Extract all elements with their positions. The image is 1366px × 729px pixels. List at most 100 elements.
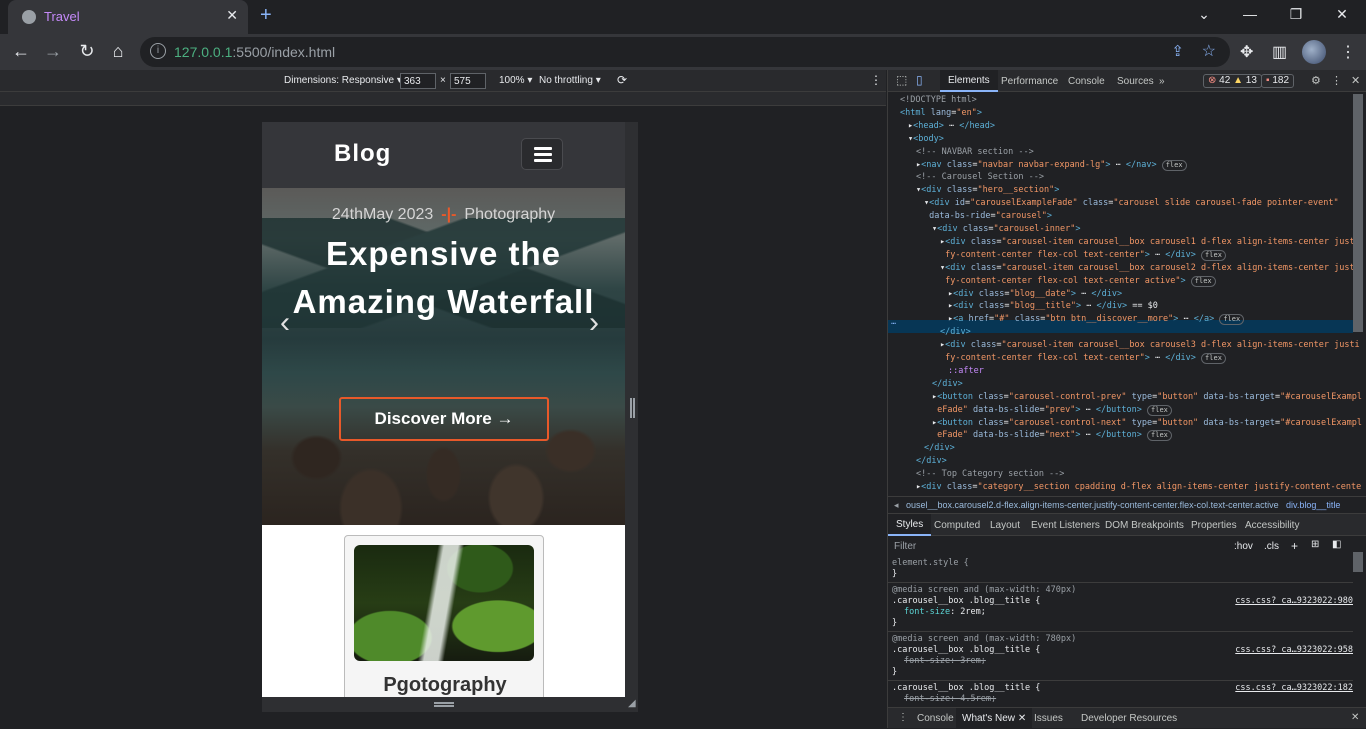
- dom-line[interactable]: ▾<body>: [908, 133, 944, 146]
- back-icon[interactable]: ←: [10, 41, 32, 62]
- dom-line[interactable]: <html lang="en">: [900, 107, 982, 120]
- drawer-tab-developer-resources[interactable]: Developer Resources: [1081, 713, 1177, 724]
- computed-sidebar-icon[interactable]: ◧: [1332, 539, 1341, 550]
- share-icon[interactable]: ⇪: [1171, 42, 1184, 60]
- address-bar[interactable]: i 127.0.0.1:5500/index.html ⇪ ☆: [140, 37, 1230, 67]
- drawer-menu-icon[interactable]: ⋮: [898, 712, 908, 723]
- dom-line[interactable]: ▸<head> ⋯ </head>: [908, 120, 995, 133]
- device-toggle-icon[interactable]: ▯: [916, 73, 923, 87]
- tab-sources[interactable]: Sources: [1117, 76, 1154, 87]
- side-panel-icon[interactable]: ▥: [1272, 42, 1287, 62]
- issues-badge[interactable]: ▪ 182: [1261, 74, 1295, 88]
- breadcrumb-scroll-left-icon[interactable]: ◂: [894, 500, 899, 511]
- hov-toggle[interactable]: :hov: [1234, 541, 1253, 552]
- prop-font-size-3rem[interactable]: font-size: 3rem;: [904, 656, 986, 667]
- dom-line[interactable]: ▾<div id="carouselExampleFade" class="ca…: [924, 197, 1339, 210]
- dom-line[interactable]: ▸<button class="carousel-control-prev" t…: [932, 391, 1362, 404]
- new-tab-button[interactable]: +: [260, 4, 272, 27]
- tab-search-icon[interactable]: ⌄: [1194, 6, 1214, 23]
- device-options-icon[interactable]: ⋮: [870, 73, 882, 87]
- drawer-tab-whats-new[interactable]: What's New ✕: [956, 708, 1033, 729]
- dom-line[interactable]: </div>: [924, 442, 955, 455]
- carousel-next-button[interactable]: ›: [589, 306, 599, 340]
- dom-line[interactable]: </div>: [916, 455, 947, 468]
- dom-line[interactable]: fy-content-center flex-col text-center">…: [940, 352, 1226, 365]
- tab-console[interactable]: Console: [1068, 76, 1105, 87]
- source-link-958[interactable]: css.css?_ca…9323022:958: [1235, 645, 1353, 656]
- resize-corner-icon[interactable]: ◢: [628, 698, 636, 709]
- minimize-button[interactable]: —: [1240, 6, 1260, 22]
- styles-filter-input[interactable]: Filter: [894, 541, 916, 552]
- dom-tree[interactable]: <!DOCTYPE html> <html lang="en"> ▸<head> ⋯…: [888, 92, 1362, 492]
- media-query-ruler[interactable]: [0, 92, 886, 106]
- more-tabs-icon[interactable]: »: [1159, 76, 1165, 87]
- breadcrumb-current[interactable]: div.blog__title: [1286, 500, 1340, 510]
- tab-event-listeners[interactable]: Event Listeners: [1031, 520, 1100, 531]
- home-icon[interactable]: ⌂: [107, 41, 129, 62]
- dimensions-select[interactable]: Dimensions: Responsive ▾: [284, 75, 402, 86]
- dom-line[interactable]: ▸<div class="carousel-item carousel__box…: [940, 339, 1360, 352]
- devtools-close-icon[interactable]: ✕: [1351, 74, 1360, 87]
- tab-performance[interactable]: Performance: [1001, 76, 1058, 87]
- dom-line[interactable]: ▸<a href="#" class="btn btn__discover__m…: [948, 313, 1245, 326]
- category-card[interactable]: Pgotography: [344, 535, 544, 697]
- dom-line[interactable]: ▾<div class="hero__section">: [916, 184, 1059, 197]
- carousel-prev-button[interactable]: ‹: [280, 306, 290, 340]
- drawer-close-button[interactable]: ✕: [1351, 712, 1359, 723]
- tab-properties[interactable]: Properties: [1191, 520, 1237, 531]
- prop-font-size-4-5rem[interactable]: font-size: 4.5rem;: [904, 694, 996, 705]
- dom-line[interactable]: <!-- Top Category section -->: [916, 468, 1064, 481]
- tab-close-icon[interactable]: ✕: [226, 7, 238, 24]
- dom-line[interactable]: eFade" data-bs-slide="prev"> ⋯ </button>…: [932, 404, 1172, 417]
- dom-line[interactable]: data-bs-ride="carousel">: [924, 210, 1052, 223]
- row-ellipsis-icon[interactable]: ⋯: [891, 318, 896, 331]
- tab-elements[interactable]: Elements: [940, 70, 998, 92]
- tab-styles[interactable]: Styles: [888, 514, 932, 536]
- hamburger-menu-button[interactable]: [521, 138, 563, 170]
- styles-scrollbar[interactable]: [1353, 552, 1363, 572]
- dom-line[interactable]: fy-content-center flex-col text-center a…: [940, 275, 1216, 288]
- throttling-select[interactable]: No throttling ▾: [539, 75, 601, 86]
- drawer-close-icon[interactable]: ✕: [1018, 713, 1026, 724]
- dom-line[interactable]: </div>: [940, 326, 971, 339]
- source-link-182[interactable]: css.css?_ca…9323022:182: [1235, 683, 1353, 694]
- inspect-icon[interactable]: ⬚: [896, 73, 907, 87]
- site-info-icon[interactable]: i: [150, 43, 166, 59]
- dom-line[interactable]: ▸<div class="blog__title"> ⋯ </div> == $…: [948, 300, 1158, 313]
- extensions-icon[interactable]: ✥: [1240, 42, 1253, 62]
- tab-dom-breakpoints[interactable]: DOM Breakpoints: [1105, 520, 1184, 531]
- drawer-tab-console[interactable]: Console: [917, 713, 954, 724]
- rotate-icon[interactable]: ⟳: [617, 73, 627, 87]
- dom-line[interactable]: <!-- Carousel Section -->: [916, 171, 1044, 184]
- reload-icon[interactable]: ↻: [76, 41, 98, 62]
- menu-kebab-icon[interactable]: ⋮: [1340, 42, 1356, 62]
- dom-scrollbar[interactable]: [1353, 94, 1363, 332]
- tab-accessibility[interactable]: Accessibility: [1245, 520, 1299, 531]
- dom-line[interactable]: eFade" data-bs-slide="next"> ⋯ </button>…: [932, 429, 1172, 442]
- dom-line[interactable]: ▸<div class="carousel-item carousel__box…: [940, 236, 1360, 249]
- dom-line[interactable]: ▾<div class="carousel-item carousel__box…: [940, 262, 1360, 275]
- brand-logo[interactable]: Blog: [334, 140, 391, 168]
- dom-line[interactable]: </div>: [932, 378, 963, 391]
- height-input[interactable]: [450, 73, 486, 89]
- dom-line[interactable]: fy-content-center flex-col text-center">…: [940, 249, 1226, 262]
- cls-toggle[interactable]: .cls: [1264, 541, 1279, 552]
- browser-tab[interactable]: Travel ✕: [8, 0, 248, 34]
- tab-computed[interactable]: Computed: [934, 520, 980, 531]
- element-state-icon[interactable]: ⊞: [1311, 539, 1319, 550]
- forward-icon[interactable]: →: [42, 41, 64, 62]
- dom-line[interactable]: ▸<nav class="navbar navbar-expand-lg"> ⋯…: [916, 159, 1187, 172]
- dom-line[interactable]: ▾<div class="carousel-inner">: [932, 223, 1080, 236]
- devtools-menu-icon[interactable]: ⋮: [1331, 74, 1342, 87]
- error-badge[interactable]: ⊗ 42 ▲ 13: [1203, 74, 1262, 88]
- tab-layout[interactable]: Layout: [990, 520, 1020, 531]
- zoom-select[interactable]: 100% ▾: [499, 75, 532, 86]
- bookmark-star-icon[interactable]: ☆: [1202, 41, 1216, 61]
- discover-more-button[interactable]: Discover More →: [339, 397, 549, 441]
- width-input[interactable]: [400, 73, 436, 89]
- close-window-button[interactable]: ✕: [1332, 6, 1352, 23]
- dom-line[interactable]: ▸<div class="category__section cpadding …: [916, 481, 1361, 494]
- dom-line[interactable]: ▸<button class="carousel-control-next" t…: [932, 417, 1362, 430]
- source-link-980[interactable]: css.css?_ca…9323022:980: [1235, 596, 1353, 607]
- dom-line[interactable]: ::after: [948, 365, 984, 378]
